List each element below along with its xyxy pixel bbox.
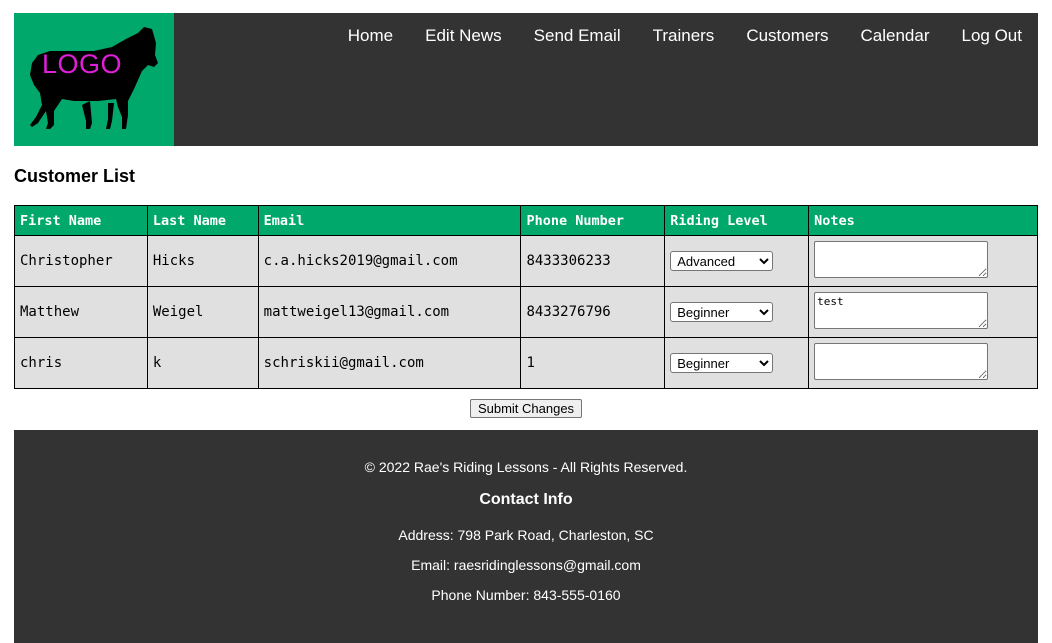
- phone-cell: 8433306233: [520, 235, 666, 287]
- submit-area: Submit Changes: [14, 399, 1038, 418]
- riding-level-cell: Beginner: [664, 337, 810, 389]
- site-header: LOGO Home Edit News Send Email Trainers …: [14, 13, 1038, 146]
- table-row: Christopher Hicks c.a.hicks2019@gmail.co…: [14, 235, 1038, 287]
- nav-log-out[interactable]: Log Out: [946, 27, 1039, 45]
- first-name-cell: Matthew: [14, 286, 148, 338]
- nav-home[interactable]: Home: [332, 27, 409, 45]
- column-header-notes: Notes: [808, 205, 1038, 236]
- last-name-cell: Hicks: [146, 235, 259, 287]
- first-name-cell: chris: [14, 337, 148, 389]
- table-row: chris k schriskii@gmail.com 1 Beginner: [14, 337, 1038, 389]
- notes-textarea[interactable]: test: [814, 291, 989, 329]
- column-header-first-name: First Name: [14, 205, 148, 236]
- page-title: Customer List: [14, 166, 136, 186]
- first-name-cell: Christopher: [14, 235, 148, 287]
- main-nav: Home Edit News Send Email Trainers Custo…: [332, 27, 1038, 45]
- nav-send-email[interactable]: Send Email: [518, 27, 637, 45]
- nav-edit-news[interactable]: Edit News: [409, 27, 518, 45]
- logo[interactable]: LOGO: [14, 13, 174, 146]
- notes-textarea[interactable]: [814, 240, 989, 278]
- contact-email: Email: raesridinglessons@gmail.com: [411, 557, 641, 573]
- column-header-riding-level: Riding Level: [664, 205, 810, 236]
- logo-text: LOGO: [42, 49, 123, 79]
- table-row: Matthew Weigel mattweigel13@gmail.com 84…: [14, 286, 1038, 338]
- email-cell: c.a.hicks2019@gmail.com: [257, 235, 522, 287]
- contact-phone: Phone Number: 843-555-0160: [431, 587, 621, 603]
- phone-cell: 1: [520, 337, 666, 389]
- notes-textarea[interactable]: [814, 342, 989, 380]
- email-cell: mattweigel13@gmail.com: [257, 286, 522, 338]
- submit-changes-button[interactable]: Submit Changes: [469, 399, 583, 418]
- nav-calendar[interactable]: Calendar: [845, 27, 946, 45]
- notes-cell: [808, 235, 1038, 287]
- contact-address: Address: 798 Park Road, Charleston, SC: [398, 527, 654, 543]
- phone-cell: 8433276796: [520, 286, 666, 338]
- notes-cell: [808, 337, 1038, 389]
- notes-cell: test: [808, 286, 1038, 338]
- riding-level-select[interactable]: Advanced: [670, 251, 774, 271]
- customer-table: First Name Last Name Email Phone Number …: [14, 205, 1038, 389]
- site-footer: © 2022 Rae's Riding Lessons - All Rights…: [14, 430, 1038, 643]
- last-name-cell: k: [146, 337, 259, 389]
- table-header-row: First Name Last Name Email Phone Number …: [14, 205, 1038, 236]
- contact-heading: Contact Info: [479, 491, 573, 508]
- nav-trainers[interactable]: Trainers: [637, 27, 731, 45]
- riding-level-select[interactable]: Beginner: [670, 353, 774, 373]
- column-header-last-name: Last Name: [146, 205, 259, 236]
- riding-level-cell: Beginner: [664, 286, 810, 338]
- last-name-cell: Weigel: [146, 286, 259, 338]
- email-cell: schriskii@gmail.com: [257, 337, 522, 389]
- riding-level-cell: Advanced: [664, 235, 810, 287]
- column-header-email: Email: [257, 205, 522, 236]
- nav-customers[interactable]: Customers: [730, 27, 844, 45]
- column-header-phone: Phone Number: [520, 205, 666, 236]
- copyright-text: © 2022 Rae's Riding Lessons - All Rights…: [364, 459, 688, 475]
- riding-level-select[interactable]: Beginner: [670, 302, 774, 322]
